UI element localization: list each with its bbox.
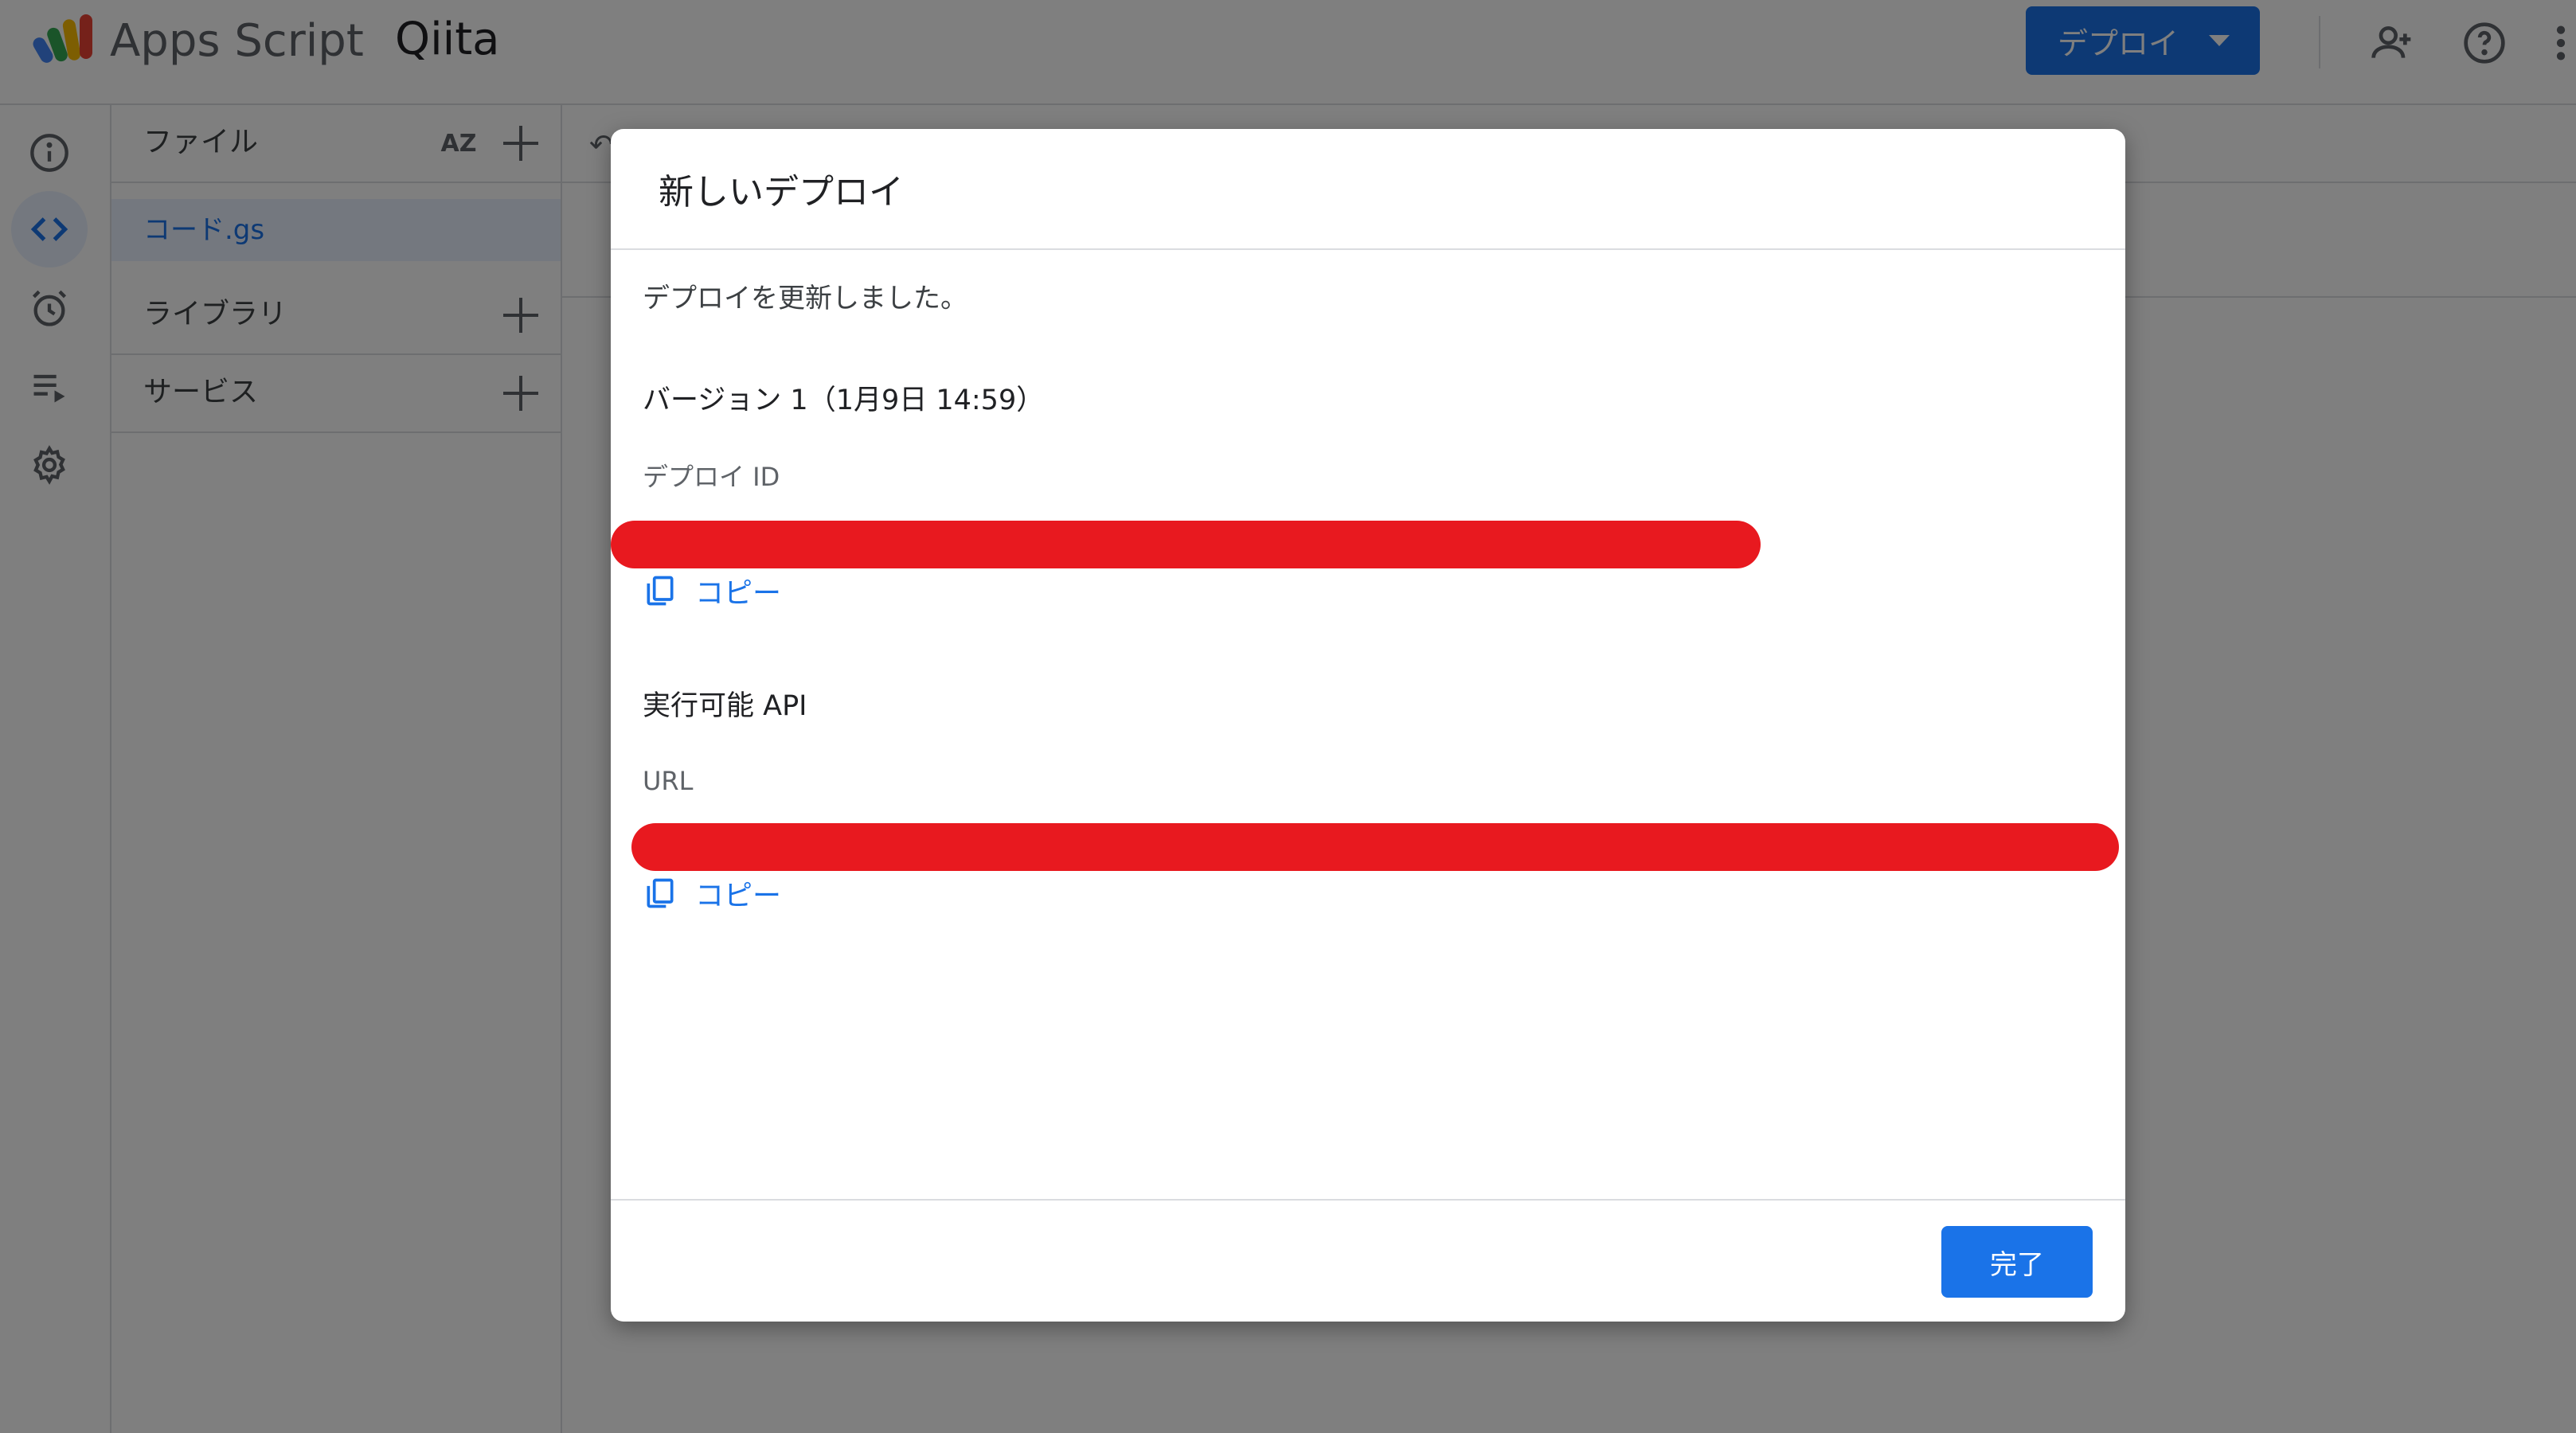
deploy-updated-message: デプロイを更新しました。 (643, 283, 967, 314)
executable-api-heading: 実行可能 API (643, 690, 807, 722)
copy-url-button[interactable]: コピー (643, 873, 781, 914)
done-button-label: 完了 (1990, 1248, 2044, 1281)
copy-label: コピー (695, 880, 782, 912)
dialog-footer-divider (611, 1199, 2125, 1201)
version-info: バージョン 1（1月9日 14:59） (643, 385, 1045, 416)
copy-icon (647, 576, 674, 606)
new-deployment-dialog: 新しいデプロイ デプロイを更新しました。 バージョン 1（1月9日 14:59）… (611, 129, 2125, 1322)
url-label: URL (643, 766, 694, 796)
copy-icon (647, 878, 674, 908)
redacted-url (631, 823, 2119, 871)
deployment-id-label: デプロイ ID (643, 462, 780, 492)
apps-script-editor: Apps Script Qiita デプロイ (0, 0, 2576, 1433)
copy-label: コピー (695, 577, 782, 610)
dialog-header: 新しいデプロイ (611, 129, 2125, 250)
copy-deployment-id-button[interactable]: コピー (643, 570, 781, 611)
done-button[interactable]: 完了 (1941, 1226, 2093, 1298)
redacted-deployment-id (611, 521, 1761, 568)
dialog-title: 新しいデプロイ (659, 172, 904, 213)
